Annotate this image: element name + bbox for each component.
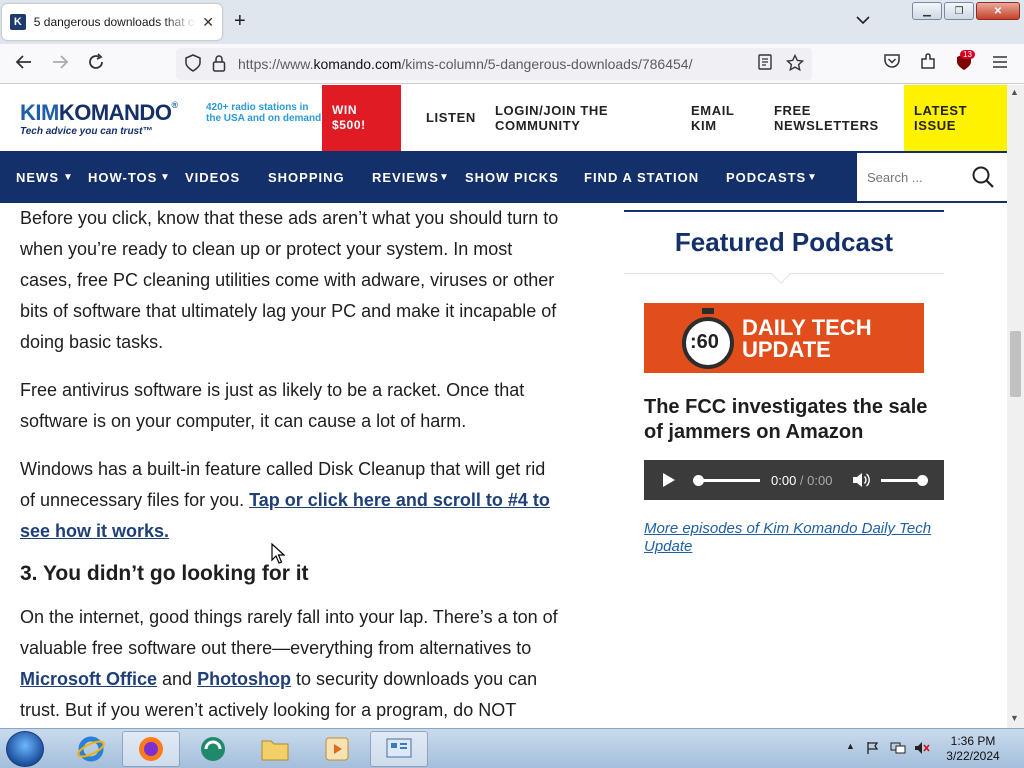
reader-view-icon[interactable] [754, 54, 776, 75]
forward-icon[interactable] [49, 53, 71, 76]
show-hidden-icons[interactable]: ▲ [846, 741, 855, 751]
radio-stations-note[interactable]: 420+ radio stations in the USA and on de… [206, 102, 326, 124]
firefox-taskbar-item[interactable] [122, 731, 180, 767]
back-icon[interactable] [13, 53, 35, 76]
featured-podcast-title: Featured Podcast [674, 227, 894, 257]
browser-toolbar: https://www.komando.com/kims-column/5-da… [0, 44, 1024, 84]
caret-down-icon[interactable]: ▼ [63, 172, 73, 183]
window-close-button[interactable]: ✕ [976, 2, 1020, 20]
tab-strip: K 5 dangerous downloads that could ✕ + ▁… [0, 0, 1024, 44]
progress-track[interactable] [696, 479, 760, 482]
mouse-cursor-icon [271, 543, 285, 564]
article-paragraph: On the internet, good things rarely fall… [20, 607, 558, 720]
playback-time: 0:00 / 0:00 [771, 473, 833, 488]
restore-button[interactable]: ❐ [944, 2, 974, 20]
episode-title[interactable]: The FCC investigates the sale of jammers… [644, 395, 934, 445]
extension-badge: 13 [960, 50, 975, 59]
site-logo[interactable]: KIMKOMANDO® [20, 100, 178, 126]
caret-down-icon[interactable]: ▼ [439, 172, 449, 183]
volume-handle[interactable] [917, 475, 928, 486]
internet-explorer-taskbar-item[interactable] [62, 731, 120, 767]
network-icon[interactable] [890, 741, 906, 758]
site-favicon-icon: K [10, 14, 26, 30]
action-center-flag-icon[interactable] [866, 741, 880, 758]
article-paragraph: Before you click, know that these ads ar… [20, 208, 559, 352]
nav-item-videos[interactable]: VIDEOS [185, 170, 240, 185]
internet-explorer-icon [77, 736, 105, 762]
folder-icon [261, 740, 289, 761]
microsoft-office-link[interactable]: Microsoft Office [20, 669, 157, 689]
play-icon[interactable] [662, 472, 676, 488]
divider [624, 210, 944, 212]
banner-number: :60 [690, 331, 719, 353]
latest-issue-button[interactable]: LATEST ISSUE [904, 85, 1007, 151]
caret-down-icon[interactable]: ▼ [160, 172, 170, 183]
clock[interactable]: 1:36 PM 3/22/2024 [940, 734, 1006, 764]
page-scrollbar[interactable]: ▲ ▼ [1007, 85, 1024, 728]
media-app-icon [201, 737, 225, 761]
more-episodes-link[interactable]: More episodes of Kim Komando Daily Tech … [644, 520, 934, 556]
tab-title: 5 dangerous downloads that could [33, 15, 197, 29]
site-search [857, 153, 1007, 201]
close-icon[interactable]: ✕ [202, 14, 214, 31]
new-tab-icon[interactable]: + [234, 10, 246, 33]
daily-tech-update-banner[interactable]: :60 DAILY TECH UPDATE [644, 303, 924, 373]
main-navigation: NEWS ▼ HOW-TOS ▼ VIDEOS SHOPPING REVIEWS… [0, 151, 1007, 203]
banner-text: DAILY TECH UPDATE [742, 315, 872, 362]
nav-item-shopping[interactable]: SHOPPING [268, 170, 345, 185]
search-icon[interactable] [971, 165, 995, 189]
browser-tab[interactable]: K 5 dangerous downloads that could ✕ [2, 4, 222, 40]
article-body: Before you click, know that these ads ar… [20, 203, 565, 728]
scrollbar-thumb[interactable] [1010, 331, 1021, 397]
pocket-icon[interactable] [881, 53, 903, 74]
nav-item-news[interactable]: NEWS [16, 170, 59, 185]
nav-item-podcasts[interactable]: PODCASTS [726, 170, 806, 185]
control-panel-icon [386, 738, 412, 758]
minimize-button[interactable]: ▁ [912, 2, 942, 20]
site-header: KIMKOMANDO® Tech advice you can trust™ 4… [0, 85, 1007, 151]
firefox-icon [139, 737, 163, 761]
windows-start-button[interactable] [6, 731, 44, 767]
windows-taskbar: ▲ 1:36 PM 3/22/2024 [0, 728, 1024, 768]
nav-item-show-picks[interactable]: SHOW PICKS [465, 170, 559, 185]
lock-icon[interactable] [208, 54, 230, 77]
article-paragraph: Windows has a built-in feature called Di… [20, 459, 550, 541]
menu-icon[interactable] [989, 53, 1011, 74]
nav-item-how-tos[interactable]: HOW-TOS [88, 170, 157, 185]
bookmark-star-icon[interactable] [784, 53, 806, 77]
section-heading: 3. You didn’t go looking for it [20, 562, 309, 585]
photoshop-link[interactable]: Photoshop [197, 669, 291, 689]
shield-icon[interactable] [182, 54, 204, 77]
nav-item-find-a-station[interactable]: FIND A STATION [584, 170, 699, 185]
email-kim-link[interactable]: EMAIL KIM [691, 103, 751, 133]
media-player-icon [325, 737, 349, 761]
url-text[interactable]: https://www.komando.com/kims-column/5-da… [238, 56, 692, 72]
nav-item-reviews[interactable]: REVIEWS [372, 170, 439, 185]
article-paragraph: Free antivirus software is just as likel… [20, 380, 525, 431]
chevron-down-icon[interactable] [856, 12, 870, 28]
volume-icon[interactable] [852, 472, 870, 488]
scroll-up-icon[interactable]: ▲ [1010, 87, 1019, 97]
divider-notch [771, 264, 791, 284]
volume-muted-icon[interactable] [914, 741, 930, 758]
search-input[interactable] [867, 165, 967, 189]
win-500-button[interactable]: WIN $500! [322, 85, 401, 151]
control-panel-taskbar-item[interactable] [370, 731, 428, 767]
site-tagline: Tech advice you can trust™ [20, 126, 153, 137]
progress-handle[interactable] [693, 475, 704, 486]
media-player-taskbar-item[interactable] [308, 731, 366, 767]
scroll-down-icon[interactable]: ▼ [1010, 713, 1019, 723]
extensions-icon[interactable] [917, 53, 939, 76]
reload-icon[interactable] [85, 53, 107, 76]
free-newsletters-link[interactable]: FREE NEWSLETTERS [774, 103, 884, 133]
file-explorer-taskbar-item[interactable] [246, 731, 304, 767]
audio-player: 0:00 / 0:00 [644, 460, 944, 500]
caret-down-icon[interactable]: ▼ [807, 172, 817, 183]
address-bar[interactable]: https://www.komando.com/kims-column/5-da… [176, 48, 812, 80]
media-app-taskbar-item[interactable] [184, 731, 242, 767]
listen-link[interactable]: LISTEN [426, 110, 476, 125]
login-join-link[interactable]: LOGIN/JOIN THE COMMUNITY [495, 103, 625, 133]
